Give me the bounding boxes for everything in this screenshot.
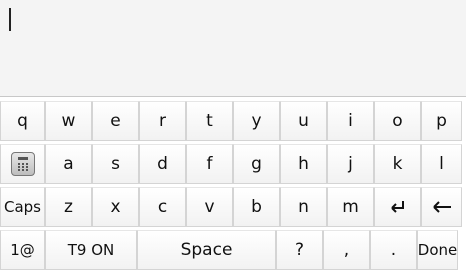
key-j[interactable]: j	[327, 144, 374, 184]
key-r[interactable]: r	[139, 101, 186, 141]
key-z[interactable]: z	[45, 187, 92, 227]
keyboard-row-4: 1@ T9 ON Space ? , . Done	[0, 230, 466, 273]
key-p[interactable]: p	[421, 101, 462, 141]
backspace-arrow-icon	[431, 200, 453, 214]
key-i[interactable]: i	[327, 101, 374, 141]
backspace-key[interactable]	[421, 187, 462, 227]
calculator-key[interactable]	[0, 144, 45, 184]
symbols-key[interactable]: 1@	[0, 230, 45, 270]
period-key[interactable]: .	[370, 230, 417, 270]
key-f[interactable]: f	[186, 144, 233, 184]
comma-key[interactable]: ,	[323, 230, 370, 270]
key-v[interactable]: v	[186, 187, 233, 227]
key-q[interactable]: q	[0, 101, 45, 141]
calculator-icon	[10, 152, 35, 176]
key-g[interactable]: g	[233, 144, 280, 184]
key-y[interactable]: y	[233, 101, 280, 141]
key-k[interactable]: k	[374, 144, 421, 184]
key-c[interactable]: c	[139, 187, 186, 227]
key-s[interactable]: s	[92, 144, 139, 184]
done-key[interactable]: Done	[417, 230, 458, 270]
key-l[interactable]: l	[421, 144, 462, 184]
key-n[interactable]: n	[280, 187, 327, 227]
keyboard-row-2: a s d f g h j k l	[0, 144, 466, 187]
space-key[interactable]: Space	[137, 230, 276, 270]
text-caret	[9, 8, 11, 31]
virtual-keyboard: q w e r t y u i o p a s d f g h j k l Ca…	[0, 97, 466, 270]
text-input-area[interactable]	[0, 0, 466, 97]
keyboard-row-1: q w e r t y u i o p	[0, 101, 466, 144]
key-x[interactable]: x	[92, 187, 139, 227]
key-d[interactable]: d	[139, 144, 186, 184]
key-e[interactable]: e	[92, 101, 139, 141]
caps-key[interactable]: Caps	[0, 187, 45, 227]
enter-icon	[388, 199, 408, 215]
key-a[interactable]: a	[45, 144, 92, 184]
key-m[interactable]: m	[327, 187, 374, 227]
enter-key[interactable]	[374, 187, 421, 227]
key-h[interactable]: h	[280, 144, 327, 184]
key-b[interactable]: b	[233, 187, 280, 227]
key-t[interactable]: t	[186, 101, 233, 141]
key-u[interactable]: u	[280, 101, 327, 141]
key-w[interactable]: w	[45, 101, 92, 141]
key-o[interactable]: o	[374, 101, 421, 141]
t9-toggle-key[interactable]: T9 ON	[45, 230, 137, 270]
keyboard-screen: q w e r t y u i o p a s d f g h j k l Ca…	[0, 0, 466, 270]
question-key[interactable]: ?	[276, 230, 323, 270]
keyboard-row-3: Caps z x c v b n m	[0, 187, 466, 230]
